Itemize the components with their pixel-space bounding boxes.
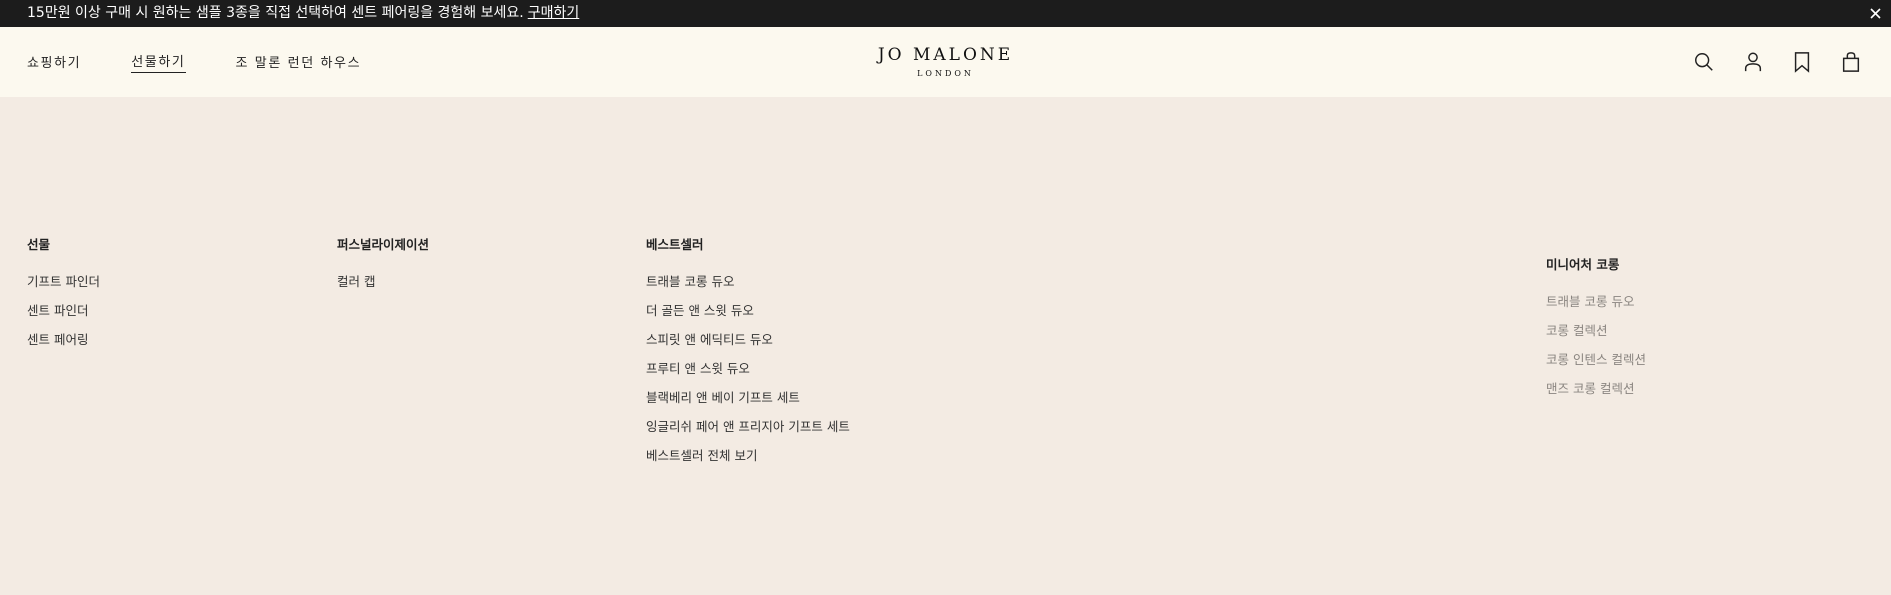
- promo-text-wrap: 15만원 이상 구매 시 원하는 샘플 3종을 직접 선택하여 센트 페어링을 …: [27, 0, 579, 27]
- menu-column-personalization: 퍼스널라이제이션 컬러 캡: [337, 234, 597, 303]
- logo-title: JO MALONE: [877, 45, 1014, 65]
- menu-link[interactable]: 블랙베리 앤 베이 기프트 세트: [646, 390, 906, 419]
- close-icon[interactable]: [1867, 0, 1883, 27]
- menu-link[interactable]: 코롱 컬렉션: [1546, 323, 1806, 352]
- logo-subtitle: LONDON: [917, 69, 974, 78]
- promo-buy-link[interactable]: 구매하기: [528, 5, 580, 21]
- menu-link[interactable]: 베스트셀러 전체 보기: [646, 448, 906, 477]
- menu-link[interactable]: 센트 페어링: [27, 332, 287, 361]
- menu-link[interactable]: 더 골든 앤 스윗 듀오: [646, 303, 906, 332]
- site-header: 쇼핑하기 선물하기 조 말론 런던 하우스 JO MALONE LONDON: [0, 27, 1891, 97]
- brand-logo[interactable]: JO MALONE LONDON: [878, 45, 1013, 78]
- menu-link[interactable]: 센트 파인더: [27, 303, 287, 332]
- search-icon[interactable]: [1692, 50, 1716, 74]
- menu-link[interactable]: 프루티 앤 스윗 듀오: [646, 361, 906, 390]
- column-title: 베스트셀러: [646, 237, 704, 252]
- menu-link[interactable]: 컬러 캡: [337, 274, 597, 303]
- menu-link[interactable]: 스피릿 앤 에딕티드 듀오: [646, 332, 906, 361]
- header-icons: [1667, 27, 1863, 97]
- menu-column-miniature-cologne: 미니어처 코롱 트래블 코롱 듀오 코롱 컬렉션 코롱 인텐스 컬렉션 맨즈 코…: [1546, 254, 1806, 410]
- menu-link[interactable]: 트래블 코롱 듀오: [1546, 294, 1806, 323]
- nav-item-house[interactable]: 조 말론 런던 하우스: [236, 52, 362, 73]
- menu-column-bestsellers: 베스트셀러 트래블 코롱 듀오 더 골든 앤 스윗 듀오 스피릿 앤 에딕티드 …: [646, 234, 906, 477]
- menu-link[interactable]: 잉글리쉬 페어 앤 프리지아 기프트 세트: [646, 419, 906, 448]
- column-title: 미니어처 코롱: [1546, 257, 1620, 272]
- column-title: 선물: [27, 237, 51, 252]
- column-title: 퍼스널라이제이션: [337, 237, 430, 252]
- bookmark-icon[interactable]: [1790, 50, 1814, 74]
- menu-link[interactable]: 기프트 파인더: [27, 274, 287, 303]
- menu-link[interactable]: 트래블 코롱 듀오: [646, 274, 906, 303]
- main-nav: 쇼핑하기 선물하기 조 말론 런던 하우스: [27, 27, 411, 97]
- account-icon[interactable]: [1741, 50, 1765, 74]
- nav-item-shopping[interactable]: 쇼핑하기: [27, 52, 81, 73]
- nav-item-gifting[interactable]: 선물하기: [131, 51, 186, 73]
- menu-link[interactable]: 맨즈 코롱 컬렉션: [1546, 381, 1806, 410]
- promo-banner: 15만원 이상 구매 시 원하는 샘플 3종을 직접 선택하여 센트 페어링을 …: [0, 0, 1891, 27]
- menu-link[interactable]: 코롱 인텐스 컬렉션: [1546, 352, 1806, 381]
- menu-column-gifts: 선물 기프트 파인더 센트 파인더 센트 페어링: [27, 234, 287, 361]
- bag-icon[interactable]: [1839, 50, 1863, 74]
- promo-message: 15만원 이상 구매 시 원하는 샘플 3종을 직접 선택하여 센트 페어링을 …: [27, 5, 524, 21]
